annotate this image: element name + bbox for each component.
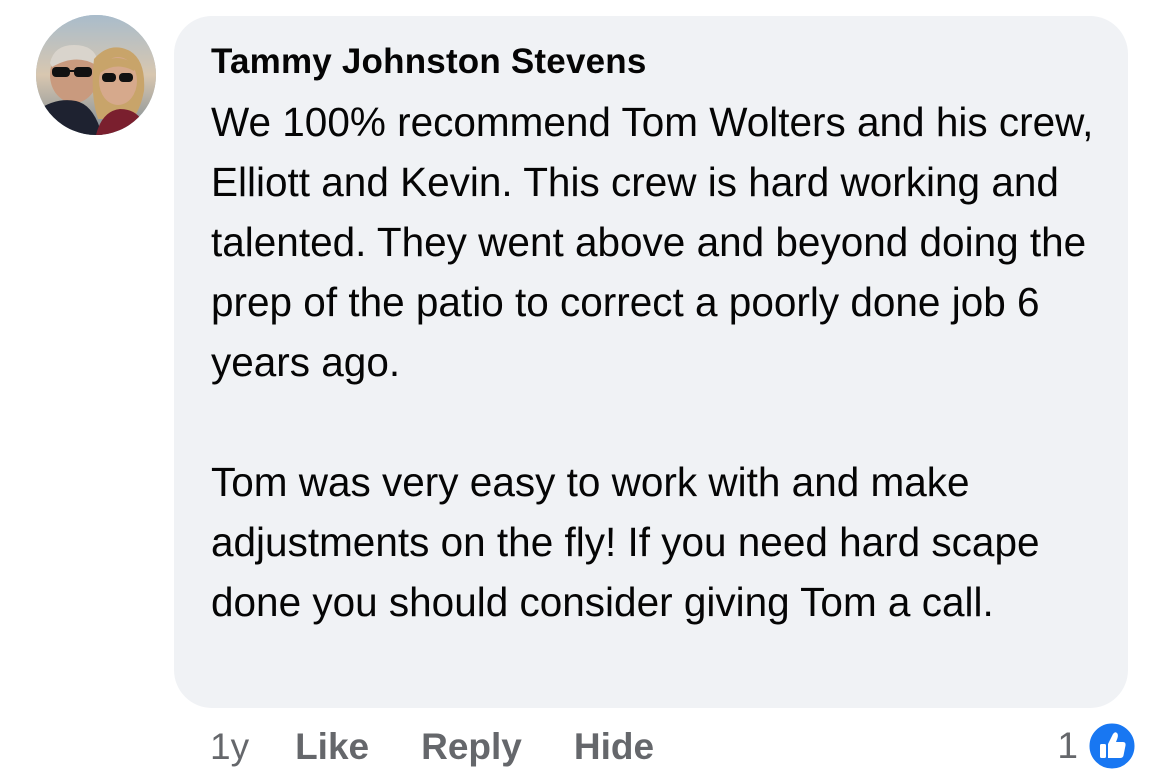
reply-button[interactable]: Reply bbox=[421, 726, 522, 768]
hide-button[interactable]: Hide bbox=[574, 726, 654, 768]
reaction-count: 1 bbox=[1057, 725, 1078, 766]
comment-actions: 1y Like Reply Hide bbox=[210, 722, 706, 772]
comment-bubble: Tammy Johnston Stevens We 100% recommend… bbox=[174, 16, 1128, 708]
like-button[interactable]: Like bbox=[295, 726, 369, 768]
avatar[interactable] bbox=[36, 15, 156, 135]
like-thumbs-up-icon bbox=[1086, 720, 1138, 772]
comment-paragraph: Tom was very easy to work with and make … bbox=[211, 459, 1040, 625]
reaction-summary[interactable]: 1 bbox=[1057, 718, 1138, 774]
comment-paragraph: We 100% recommend Tom Wolters and his cr… bbox=[211, 99, 1094, 385]
comment-body: We 100% recommend Tom Wolters and his cr… bbox=[211, 92, 1098, 632]
comment: Tammy Johnston Stevens We 100% recommend… bbox=[0, 0, 1170, 783]
comment-timestamp[interactable]: 1y bbox=[210, 726, 249, 768]
avatar-photo bbox=[36, 15, 156, 135]
comment-author[interactable]: Tammy Johnston Stevens bbox=[211, 38, 1098, 86]
